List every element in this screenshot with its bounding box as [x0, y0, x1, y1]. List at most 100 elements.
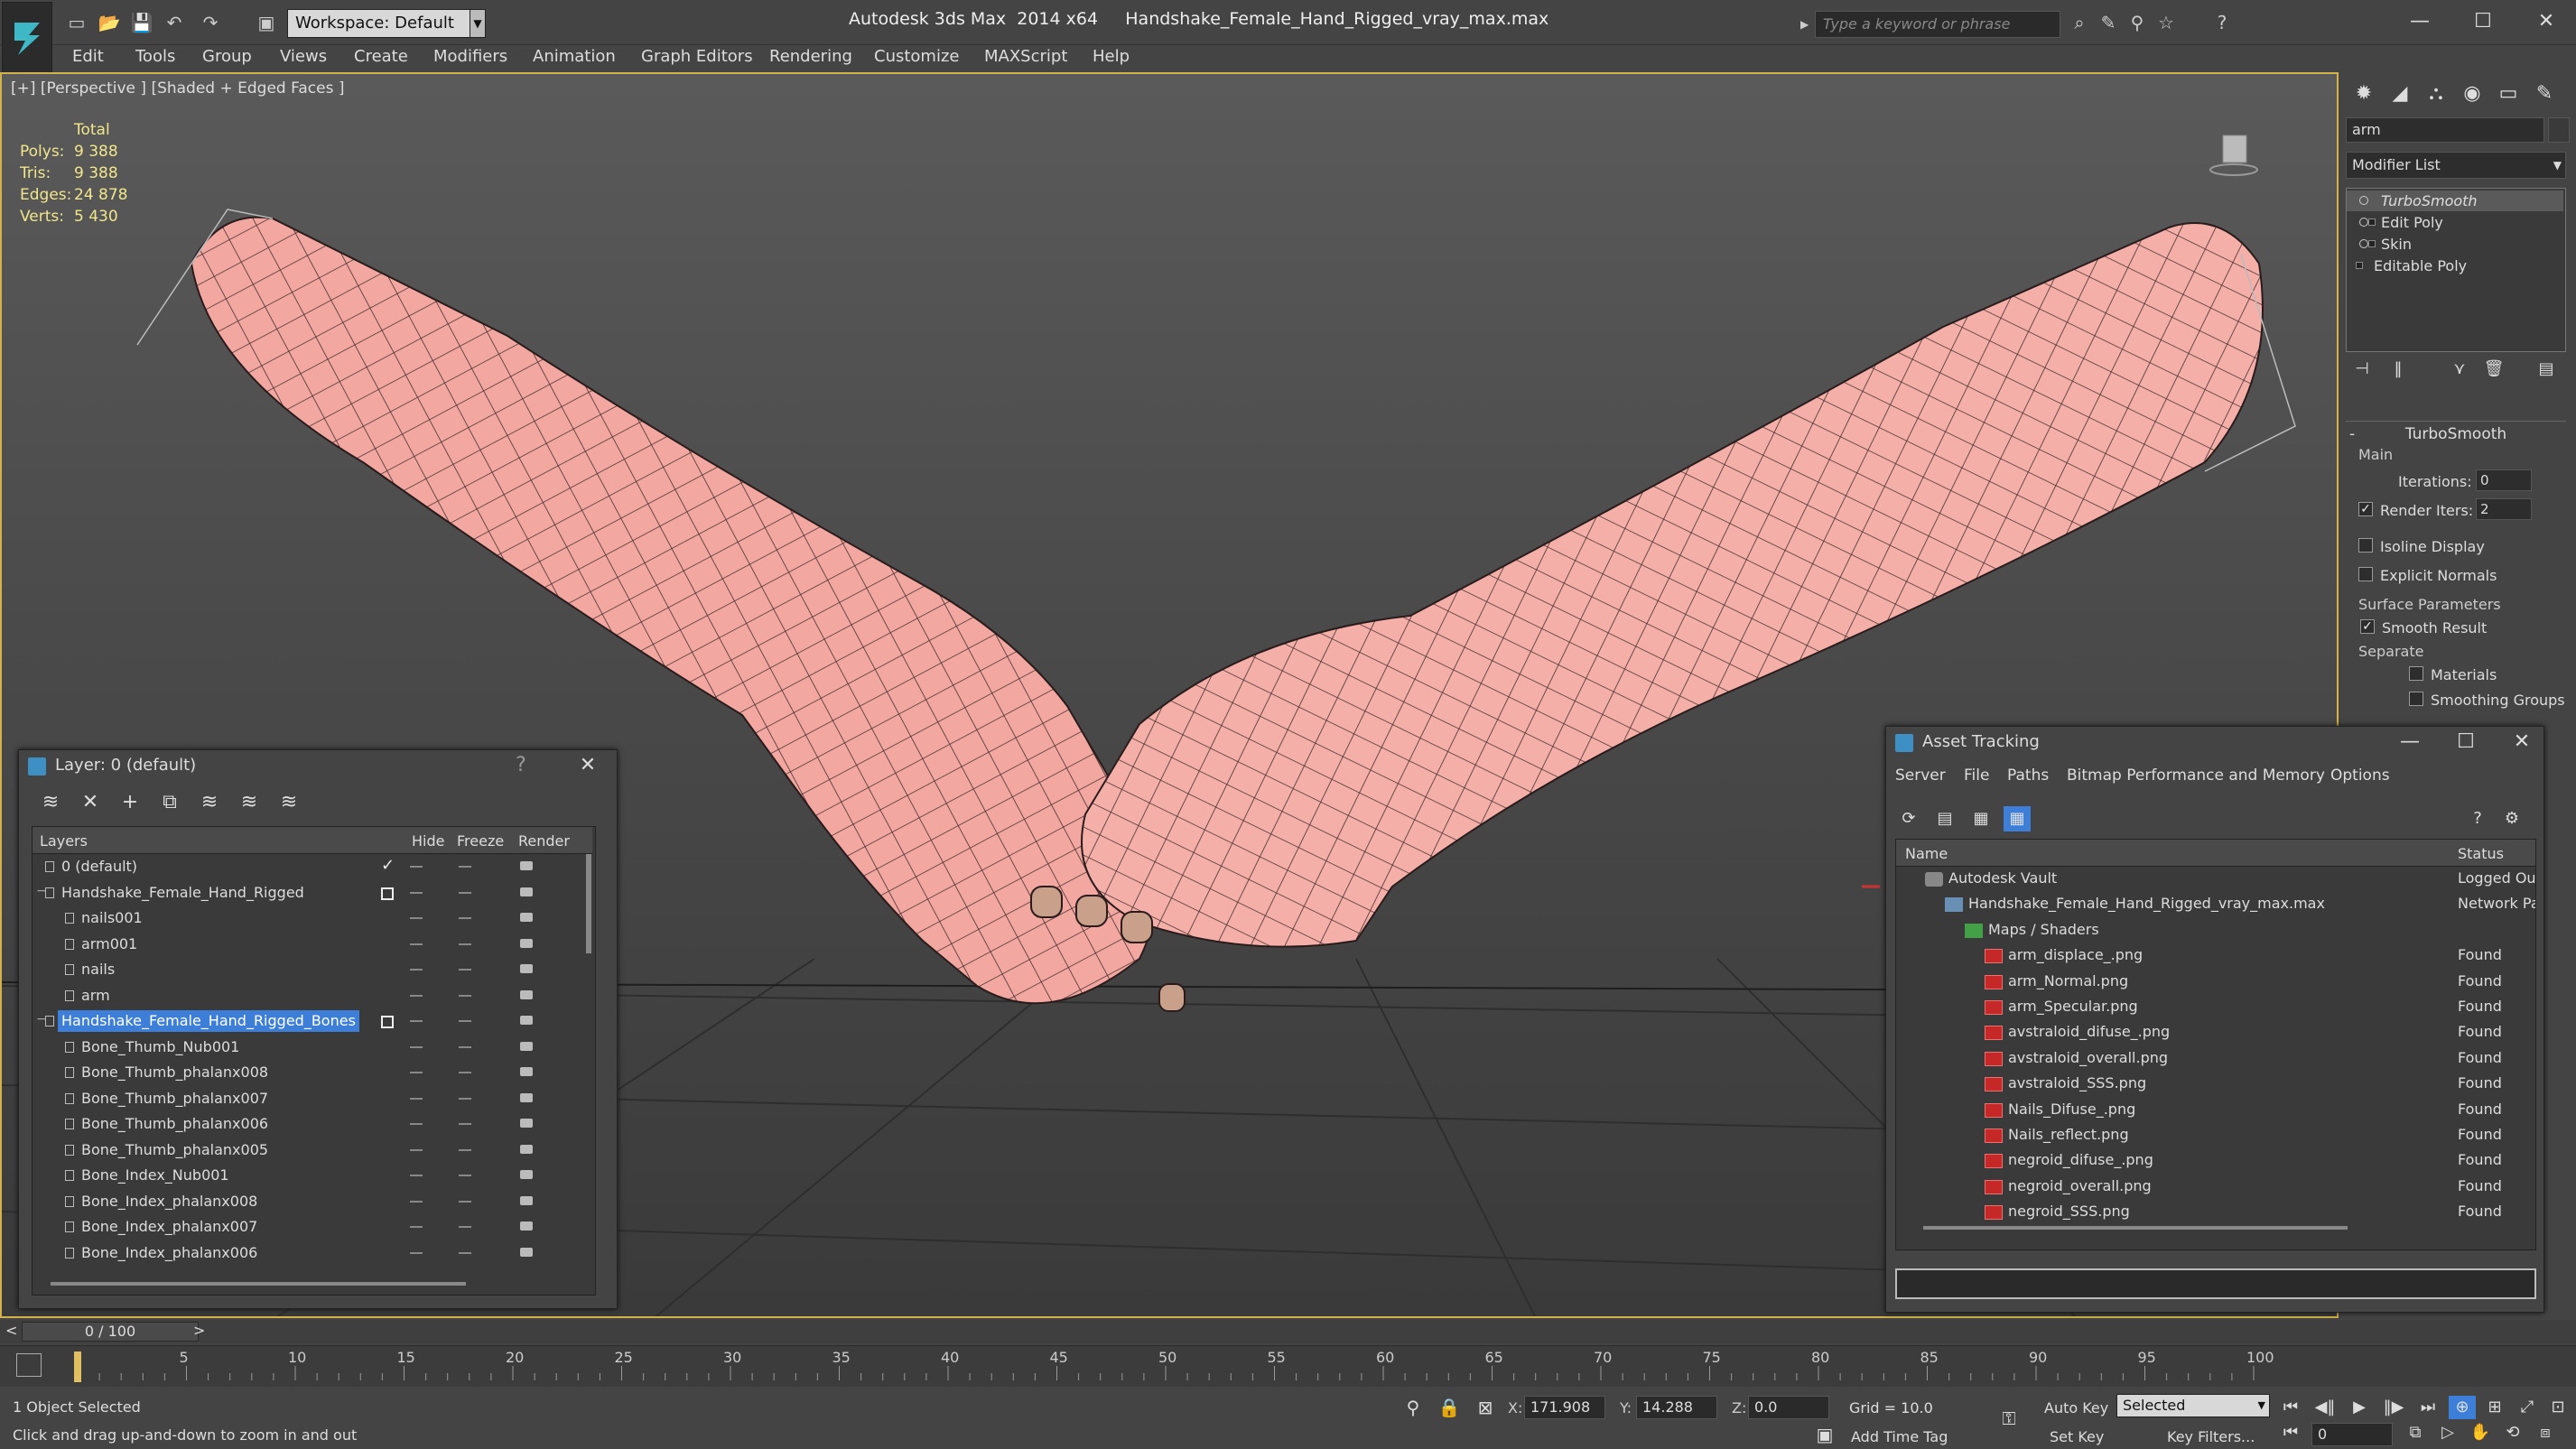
menu-create[interactable]: Create	[354, 47, 408, 66]
orbit-icon[interactable]: ⟲	[2499, 1421, 2526, 1444]
hide-toggle[interactable]	[410, 866, 423, 868]
asset-row[interactable]: avstraloid_SSS.png Found	[1896, 1072, 2535, 1097]
select-objects-icon[interactable]: ⧉	[154, 788, 185, 817]
asset-row[interactable]: avstraloid_difuse_.png Found	[1896, 1020, 2535, 1045]
key-selection-dropdown[interactable]: Selected ▼	[2116, 1394, 2270, 1417]
render-teapot-icon[interactable]	[520, 861, 533, 870]
close-icon[interactable]: ✕	[2504, 727, 2540, 757]
chevron-right-icon[interactable]: ▶	[1800, 11, 1815, 38]
hide-toggle[interactable]	[410, 1226, 423, 1228]
layer-row[interactable]: − Handshake_Female_Hand_Rigged	[33, 880, 592, 906]
turbosmooth-rollout-header[interactable]: - TurboSmooth	[2346, 421, 2566, 448]
prev-frame-button[interactable]: <	[5, 1322, 17, 1339]
previous-frame-icon[interactable]: ◀‖	[2311, 1396, 2339, 1419]
search-input[interactable]: Type a keyword or phrase	[1815, 11, 2060, 38]
object-color-swatch[interactable]	[2548, 117, 2570, 143]
render-iters-checkbox[interactable]: ✓	[2358, 502, 2373, 516]
stack-item-skin[interactable]: Skin	[2347, 234, 2563, 255]
render-teapot-icon[interactable]	[520, 1221, 533, 1231]
menu-tools[interactable]: Tools	[135, 47, 175, 66]
expand-icon[interactable]	[2368, 240, 2376, 247]
maximize-viewport-icon[interactable]: ⧈	[2532, 1421, 2559, 1444]
go-to-end-icon[interactable]: ⏭	[2414, 1396, 2441, 1419]
asset-menu-paths[interactable]: Paths	[2007, 766, 2049, 785]
track-bar[interactable]: 5 10 15 20 25 30 35 40 45 50 55 60 65 70 75 80 85 90 95 100	[0, 1345, 2576, 1387]
redo-icon[interactable]: ↷	[199, 11, 222, 34]
workspace-dropdown[interactable]: Workspace: Default	[287, 9, 484, 38]
y-coordinate-field[interactable]: 14.288	[1636, 1396, 1717, 1419]
materials-checkbox[interactable]	[2409, 666, 2423, 681]
render-teapot-icon[interactable]	[520, 938, 533, 948]
maximize-icon[interactable]: ☐	[2456, 5, 2510, 38]
maximize-icon[interactable]: ☐	[2448, 727, 2484, 757]
zoom-extents-icon[interactable]: ⤢	[2514, 1396, 2541, 1419]
new-file-icon[interactable]: ▭	[65, 11, 88, 34]
viewport-label[interactable]: [+] [Perspective ] [Shaded + Edged Faces…	[11, 79, 344, 98]
render-teapot-icon[interactable]	[520, 887, 533, 896]
help-icon[interactable]: ?	[503, 750, 539, 781]
lock-selection-icon[interactable]: 🔒	[1437, 1396, 1461, 1419]
key-filters-button[interactable]: Key Filters...	[2167, 1428, 2255, 1445]
next-frame-button[interactable]: >	[193, 1322, 205, 1339]
set-current-layer-box[interactable]	[381, 1016, 394, 1028]
layer-row[interactable]: Bone_Thumb_phalanx005	[33, 1138, 592, 1163]
menu-graph-editors[interactable]: Graph Editors	[641, 47, 753, 66]
set-key-icon[interactable]: ⚿	[1997, 1407, 2021, 1430]
layer-row[interactable]: − Handshake_Female_Hand_Rigged_Bones	[33, 1008, 592, 1034]
layer-row[interactable]: arm001	[33, 932, 592, 957]
binoculars-icon[interactable]: ⌕	[2068, 11, 2091, 34]
layer-row[interactable]: 0 (default) ✓	[33, 854, 592, 879]
delete-layer-icon[interactable]: ✕	[75, 788, 106, 817]
vertical-scrollbar[interactable]	[586, 854, 591, 953]
asset-menu-file[interactable]: File	[1964, 766, 1989, 785]
layer-row[interactable]: Bone_Thumb_Nub001	[33, 1035, 592, 1060]
field-of-view-icon[interactable]: ▷	[2434, 1421, 2461, 1444]
horizontal-scrollbar[interactable]	[51, 1282, 466, 1286]
freeze-toggle[interactable]	[459, 1020, 471, 1022]
hide-toggle[interactable]	[410, 1148, 423, 1151]
render-teapot-icon[interactable]	[520, 964, 533, 973]
freeze-toggle[interactable]	[459, 891, 471, 894]
menu-animation[interactable]: Animation	[533, 47, 616, 66]
hide-toggle[interactable]	[410, 1175, 423, 1176]
hide-toggle[interactable]	[410, 1097, 423, 1100]
asset-row[interactable]: Maps / Shaders	[1896, 918, 2535, 943]
asset-row[interactable]: Handshake_Female_Hand_Rigged_vray_max.ma…	[1896, 892, 2535, 917]
hide-toggle[interactable]	[410, 917, 423, 919]
explicit-normals-checkbox[interactable]	[2358, 567, 2373, 581]
layer-row[interactable]: Bone_Index_Nub001	[33, 1163, 592, 1188]
render-teapot-icon[interactable]	[520, 1041, 533, 1051]
freeze-toggle[interactable]	[459, 866, 471, 868]
lightbulb-icon[interactable]	[2359, 218, 2368, 227]
menu-modifiers[interactable]: Modifiers	[433, 47, 507, 66]
chevron-down-icon[interactable]: ▼	[470, 9, 486, 38]
freeze-toggle[interactable]	[459, 1226, 471, 1228]
go-to-start-icon[interactable]: ⏮	[2277, 1396, 2304, 1419]
expand-icon[interactable]	[2368, 218, 2376, 226]
freeze-toggle[interactable]	[459, 1148, 471, 1151]
smoothing-groups-checkbox[interactable]	[2409, 692, 2423, 706]
layer-name[interactable]: Handshake_Female_Hand_Rigged_Bones	[58, 1010, 359, 1032]
app-logo-button[interactable]	[2, 2, 52, 74]
layer-name[interactable]: Bone_Thumb_phalanx007	[78, 1088, 272, 1110]
render-teapot-icon[interactable]	[520, 1016, 533, 1025]
hide-toggle[interactable]	[410, 943, 423, 945]
stack-item-edit-poly[interactable]: Edit Poly	[2347, 212, 2563, 233]
asset-path-input[interactable]	[1895, 1268, 2536, 1299]
asset-row[interactable]: arm_Specular.png Found	[1896, 995, 2535, 1020]
horizontal-scrollbar[interactable]	[1923, 1226, 2348, 1230]
asset-row[interactable]: negroid_difuse_.png Found	[1896, 1148, 2535, 1174]
freeze-toggle[interactable]	[459, 994, 471, 997]
asset-row[interactable]: avstraloid_overall.png Found	[1896, 1046, 2535, 1072]
stack-item-turbosmooth[interactable]: TurboSmooth	[2347, 190, 2563, 211]
layer-row[interactable]: nails	[33, 957, 592, 982]
col-render[interactable]: Render	[518, 832, 570, 850]
utilities-tab-icon[interactable]: ✎	[2528, 78, 2561, 110]
modify-tab-icon[interactable]: ◢	[2384, 78, 2416, 110]
viewcube-icon[interactable]	[2209, 128, 2259, 179]
freeze-toggle[interactable]	[459, 1175, 471, 1176]
layer-row[interactable]: Bone_Index_phalanx008	[33, 1189, 592, 1214]
hide-toggle[interactable]	[410, 969, 423, 971]
subscription-icon[interactable]: ✎	[2097, 11, 2120, 34]
help-icon[interactable]: ?	[2464, 806, 2491, 831]
